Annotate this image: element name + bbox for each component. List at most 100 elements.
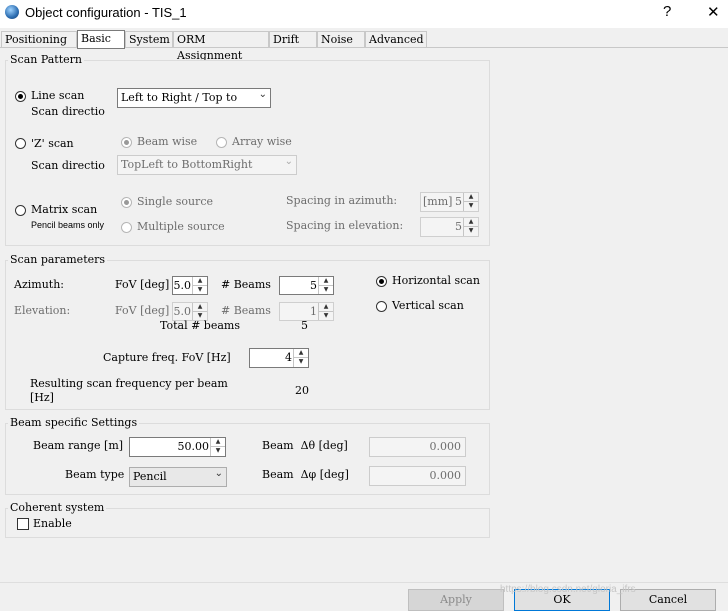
multiple-source-radio[interactable] bbox=[121, 222, 132, 233]
single-source-label: Single source bbox=[137, 195, 213, 208]
coherent-system-group-label: Coherent system bbox=[8, 501, 107, 514]
apply-button[interactable]: Apply bbox=[408, 589, 504, 611]
spacing-azimuth-stepper[interactable]: [mm] 5 ▲ ▼ bbox=[420, 192, 479, 212]
elevation-fov-stepper[interactable]: 5.0 ▲ ▼ bbox=[172, 302, 208, 321]
elevation-beams-label: # Beams bbox=[221, 304, 271, 317]
azimuth-label: Azimuth: bbox=[14, 278, 64, 291]
azimuth-beams-label: # Beams bbox=[221, 278, 271, 291]
elevation-fov-label: FoV [deg] bbox=[115, 304, 170, 317]
help-icon[interactable]: ? bbox=[663, 3, 671, 20]
spin-down-icon[interactable]: ▼ bbox=[464, 227, 478, 236]
total-beams-label: Total # beams bbox=[160, 320, 240, 331]
vertical-scan-radio[interactable] bbox=[376, 301, 387, 312]
chevron-down-icon: ⌄ bbox=[284, 156, 293, 167]
matrix-scan-note: Pencil beams only bbox=[31, 220, 105, 230]
beam-delta-phi-label: Beam Δφ [deg] bbox=[262, 468, 349, 481]
z-scan-label: 'Z' scan bbox=[31, 137, 74, 150]
azimuth-fov-value: 5.0 bbox=[173, 279, 192, 292]
spin-down-icon[interactable]: ▼ bbox=[211, 447, 225, 456]
spin-down-icon[interactable]: ▼ bbox=[193, 312, 207, 321]
line-scan-direction-value: Left to Right / Top to bbox=[121, 91, 238, 104]
tab-positioning[interactable]: Positioning bbox=[1, 31, 77, 48]
line-scan-radio[interactable] bbox=[15, 91, 26, 102]
azimuth-beams-value: 5 bbox=[310, 279, 317, 292]
horizontal-scan-radio[interactable] bbox=[376, 276, 387, 287]
tab-orm-assignment[interactable]: ORM Assignment bbox=[173, 31, 269, 62]
spin-up-icon[interactable]: ▲ bbox=[319, 303, 333, 312]
spacing-elevation-value: 5 bbox=[455, 220, 462, 233]
azimuth-fov-label: FoV [deg] bbox=[115, 278, 170, 291]
scan-pattern-group-label: Scan Pattern bbox=[8, 53, 84, 66]
spin-down-icon[interactable]: ▼ bbox=[193, 286, 207, 295]
enable-checkbox[interactable] bbox=[17, 518, 29, 530]
elevation-fov-value: 5.0 bbox=[173, 305, 192, 318]
spin-up-icon[interactable]: ▲ bbox=[211, 438, 225, 447]
beam-wise-label: Beam wise bbox=[137, 135, 198, 148]
z-scan-radio[interactable] bbox=[15, 138, 26, 149]
scan-parameters-group-label: Scan parameters bbox=[8, 253, 108, 266]
single-source-radio[interactable] bbox=[121, 197, 132, 208]
beam-wise-radio[interactable] bbox=[121, 137, 132, 148]
multiple-source-label: Multiple source bbox=[137, 220, 225, 233]
resulting-frequency-label-line1: Resulting scan frequency per beam bbox=[30, 377, 228, 390]
tab-noise[interactable]: Noise bbox=[317, 31, 365, 48]
chevron-down-icon: ⌄ bbox=[258, 89, 267, 100]
line-scan-direction-label: Scan directio bbox=[31, 105, 105, 118]
line-scan-direction-select[interactable]: Left to Right / Top to ⌄ bbox=[117, 88, 271, 108]
horizontal-scan-label: Horizontal scan bbox=[392, 274, 480, 287]
beam-delta-theta-field[interactable]: 0.000 bbox=[369, 437, 466, 457]
beam-range-stepper[interactable]: 50.00 ▲ ▼ bbox=[129, 437, 226, 457]
window-title: Object configuration - TIS_1 bbox=[25, 5, 187, 20]
spin-up-icon[interactable]: ▲ bbox=[319, 277, 333, 286]
spin-up-icon[interactable]: ▲ bbox=[464, 218, 478, 227]
azimuth-fov-stepper[interactable]: 5.0 ▲ ▼ bbox=[172, 276, 208, 295]
beam-delta-theta-value: 0.000 bbox=[429, 440, 462, 453]
enable-label: Enable bbox=[33, 517, 72, 530]
array-wise-radio[interactable] bbox=[216, 137, 227, 148]
tab-basic[interactable]: Basic bbox=[77, 30, 125, 49]
beam-type-value: Pencil bbox=[133, 470, 167, 483]
tab-advanced[interactable]: Advanced bbox=[365, 31, 427, 48]
vertical-scan-label: Vertical scan bbox=[392, 299, 464, 312]
beam-settings-group-label: Beam specific Settings bbox=[8, 416, 140, 429]
z-scan-direction-value: TopLeft to BottomRight bbox=[121, 158, 253, 171]
spacing-elevation-stepper[interactable]: 5 ▲ ▼ bbox=[420, 217, 479, 237]
spin-down-icon[interactable]: ▼ bbox=[319, 312, 333, 321]
spacing-azimuth-unit: [mm] bbox=[423, 195, 453, 208]
spin-down-icon[interactable]: ▼ bbox=[294, 358, 308, 367]
resulting-frequency-value: 20 bbox=[295, 384, 309, 397]
tab-drift[interactable]: Drift bbox=[269, 31, 317, 48]
app-globe-icon bbox=[5, 5, 19, 19]
capture-freq-stepper[interactable]: 4 ▲ ▼ bbox=[249, 348, 309, 368]
beam-delta-theta-label: Beam Δθ [deg] bbox=[262, 439, 348, 452]
matrix-scan-label: Matrix scan bbox=[31, 203, 98, 216]
spin-up-icon[interactable]: ▲ bbox=[294, 349, 308, 358]
title-bar: Object configuration - TIS_1 ? ✕ bbox=[0, 0, 728, 28]
spin-up-icon[interactable]: ▲ bbox=[464, 193, 478, 202]
matrix-scan-radio[interactable] bbox=[15, 205, 26, 216]
elevation-beams-value: 1 bbox=[310, 305, 317, 318]
beam-range-value: 50.00 bbox=[177, 440, 210, 453]
watermark-text: https://blog.csdn.net/gloria_ifrs bbox=[500, 584, 636, 595]
spacing-azimuth-value: 5 bbox=[455, 195, 462, 208]
resulting-frequency-label-line2: [Hz] bbox=[30, 391, 54, 404]
z-scan-direction-select[interactable]: TopLeft to BottomRight ⌄ bbox=[117, 155, 297, 175]
spin-up-icon[interactable]: ▲ bbox=[193, 303, 207, 312]
beam-type-select[interactable]: Pencil ⌄ bbox=[129, 467, 227, 487]
chevron-down-icon: ⌄ bbox=[214, 468, 223, 479]
elevation-beams-stepper[interactable]: 1 ▲ ▼ bbox=[279, 302, 334, 321]
azimuth-beams-stepper[interactable]: 5 ▲ ▼ bbox=[279, 276, 334, 295]
beam-type-label: Beam type bbox=[65, 468, 125, 481]
total-beams-value: 5 bbox=[301, 320, 308, 331]
capture-freq-value: 4 bbox=[285, 351, 292, 364]
beam-delta-phi-field[interactable]: 0.000 bbox=[369, 466, 466, 486]
beam-range-label: Beam range [m] bbox=[33, 439, 124, 452]
tab-system[interactable]: System bbox=[125, 31, 173, 48]
close-icon[interactable]: ✕ bbox=[707, 3, 720, 21]
spin-down-icon[interactable]: ▼ bbox=[319, 286, 333, 295]
spin-down-icon[interactable]: ▼ bbox=[464, 202, 478, 211]
spin-up-icon[interactable]: ▲ bbox=[193, 277, 207, 286]
spacing-azimuth-label: Spacing in azimuth: bbox=[286, 194, 398, 207]
z-scan-direction-label: Scan directio bbox=[31, 159, 105, 172]
spacing-elevation-label: Spacing in elevation: bbox=[286, 219, 404, 232]
